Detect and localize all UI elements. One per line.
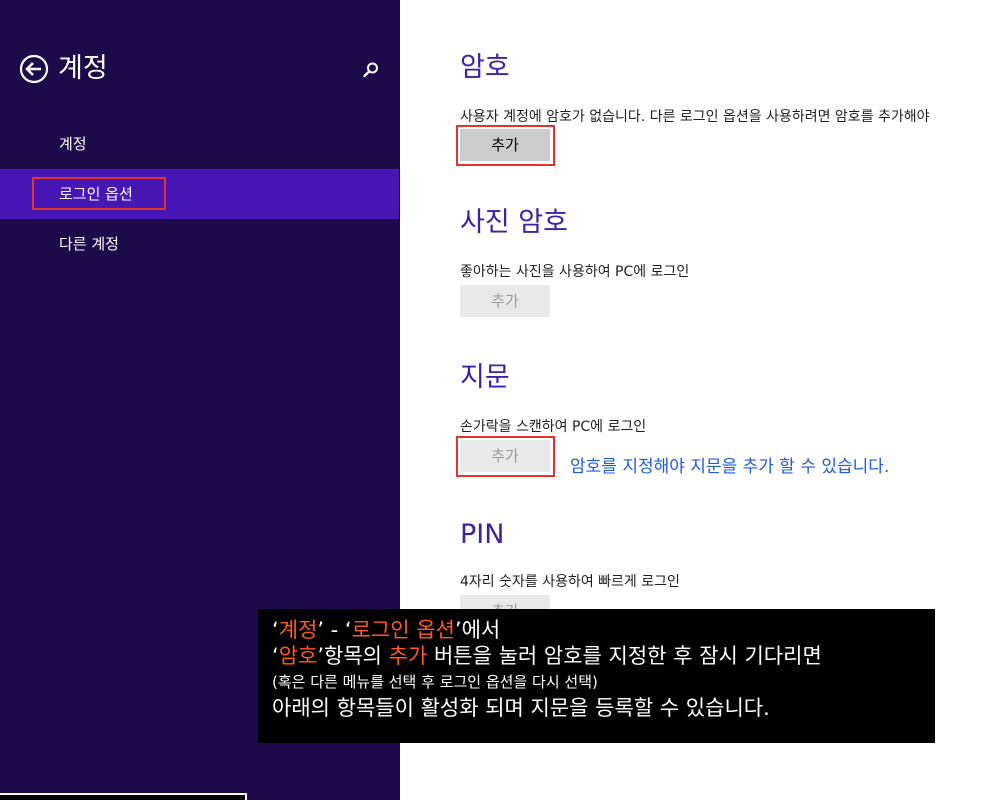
sidebar-item-account[interactable]: 계정 xyxy=(0,119,400,169)
picture-password-add-button: 추가 xyxy=(460,285,550,317)
picture-password-section-title: 사진 암호 xyxy=(460,207,568,238)
instruction-overlay: ‘계정’ - ‘로그인 옵션’에서 ‘암호’항목의 추가 버튼을 눌러 암호를 … xyxy=(258,609,935,743)
overlay-line-2: ‘암호’항목의 추가 버튼을 눌러 암호를 지정한 후 잠시 기다리면 xyxy=(272,644,822,668)
password-section-title: 암호 xyxy=(460,52,510,83)
back-arrow-icon[interactable] xyxy=(19,54,49,84)
fingerprint-section-title: 지문 xyxy=(460,362,510,393)
sidebar-title: 계정 xyxy=(58,53,108,84)
sidebar-item-label: 다른 계정 xyxy=(59,235,119,253)
password-section-desc: 사용자 계정에 암호가 없습니다. 다른 로그인 옵션을 사용하려면 암호를 추… xyxy=(460,109,930,125)
overlay-line-1: ‘계정’ - ‘로그인 옵션’에서 xyxy=(272,618,501,642)
sign-in-options-highlight-box xyxy=(32,177,166,210)
overlay-line-3: (혹은 다른 메뉴를 선택 후 로그인 옵션을 다시 선택) xyxy=(272,673,598,691)
fingerprint-add-highlight-box xyxy=(456,436,555,477)
sidebar-item-other-accounts[interactable]: 다른 계정 xyxy=(0,219,400,269)
search-icon[interactable] xyxy=(361,60,381,80)
pin-section-desc: 4자리 숫자를 사용하여 빠르게 로그인 xyxy=(460,574,680,590)
fingerprint-section-desc: 손가락을 스캔하여 PC에 로그인 xyxy=(460,419,647,435)
password-add-highlight-box xyxy=(456,125,555,166)
sidebar-item-label: 계정 xyxy=(59,135,87,153)
picture-password-section-desc: 좋아하는 사진을 사용하여 PC에 로그인 xyxy=(460,264,690,280)
bottom-strip xyxy=(0,793,247,800)
fingerprint-annotation: 암호를 지정해야 지문을 추가 할 수 있습니다. xyxy=(570,457,890,477)
pin-section-title: PIN xyxy=(460,519,505,550)
overlay-line-4: 아래의 항목들이 활성화 되며 지문을 등록할 수 있습니다. xyxy=(272,696,770,720)
